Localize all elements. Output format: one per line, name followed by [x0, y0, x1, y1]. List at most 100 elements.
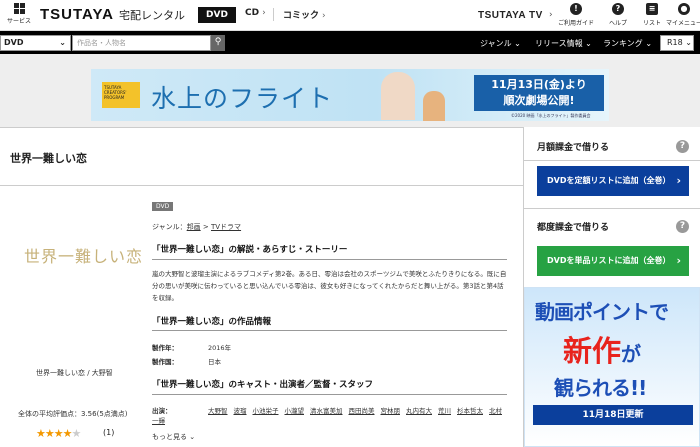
page-title: 世界一難しい恋: [10, 152, 87, 165]
rating-stars: ★★★★★: [36, 427, 82, 440]
cast-link[interactable]: 荒川: [438, 407, 451, 415]
user-guide-label: ご利用ガイド: [558, 20, 595, 27]
cast-link[interactable]: 宮林朋: [381, 407, 401, 415]
search-bar: DVD ⌄ 作品名・人物名 ⚲ ジャンル ⌄ リリース情報 ⌄ ランキング ⌄ …: [0, 31, 700, 54]
product-thumbnail[interactable]: 世界一難しい恋: [24, 243, 143, 267]
story-text: 嵐の大野智と波瑠主演によるラブコメディ第2巻。ある日、零治は会社のスポーツジムで…: [152, 270, 507, 302]
banner-release-note: 順次劇場公開!: [503, 94, 575, 107]
help-icon[interactable]: ?: [676, 140, 689, 153]
help-icon[interactable]: ?: [676, 220, 689, 233]
cast-link[interactable]: 杉本哲太: [457, 407, 483, 415]
tsutaya-logo[interactable]: TSUTAYA: [40, 6, 114, 23]
banner-child-image: [423, 91, 445, 121]
show-more-link[interactable]: もっと見る ⌄: [152, 432, 195, 442]
chevron-down-icon: ⌄: [514, 39, 521, 48]
banner-release-box: 11月13日(金)より 順次劇場公開!: [474, 75, 604, 111]
star-empty-icon: ★: [71, 427, 82, 440]
story-heading: 「世界一難しい恋」の解説・あらすじ・ストーリー: [152, 245, 348, 255]
ranking-menu[interactable]: ランキング ⌄: [603, 38, 652, 49]
sidebar-divider: [524, 160, 700, 161]
genre-link-tvdrama[interactable]: TVドラマ: [211, 223, 241, 231]
title-divider: [0, 185, 523, 186]
genre-menu[interactable]: ジャンル ⌄: [480, 38, 521, 49]
my-menu-label: マイメニュー: [666, 20, 700, 27]
category-select[interactable]: DVD ⌄: [0, 35, 71, 51]
chevron-right-icon: ›: [262, 8, 266, 18]
category-select-value: DVD: [4, 38, 24, 47]
tsutaya-tv-link[interactable]: TSUTAYA TV: [478, 10, 543, 21]
average-rating-text: 全体の平均評価点：3.56(5点満点): [18, 410, 128, 418]
nav-tab-comic-label: コミック: [283, 11, 320, 21]
chevron-right-icon: ›: [676, 174, 681, 187]
thumbnail-caption: 世界一難しい恋 / 大野智: [36, 369, 113, 377]
info-divider: [152, 330, 507, 331]
format-badge: DVD: [152, 202, 174, 211]
chevron-down-icon: ⌄: [685, 38, 692, 47]
r18-select[interactable]: R18 ⌄: [660, 35, 694, 51]
star-icon: ★: [53, 427, 64, 440]
review-count-link[interactable]: (1): [103, 428, 114, 437]
genre-menu-label: ジャンル: [480, 39, 512, 48]
ad-update-date: 11月18日更新: [533, 405, 693, 425]
video-point-ad[interactable]: 動画ポイントで 新作が 観られる!! 11月18日更新: [524, 287, 700, 447]
nav-tab-comic[interactable]: コミック ›: [283, 8, 326, 21]
info-country-value: 日本: [208, 358, 221, 366]
top-header: サービス TSUTAYA 宅配レンタル DVD CD › コミック › TSUTAY…: [0, 0, 700, 31]
monthly-rental-title: 月額課金で借りる: [537, 143, 610, 153]
genre-label: ジャンル：: [152, 223, 187, 231]
chevron-right-icon: ›: [549, 10, 553, 20]
cast-label: 出演：: [152, 407, 172, 415]
info-country-row: 製作国： 日本: [152, 356, 221, 366]
cast-link[interactable]: 西田尚美: [349, 407, 375, 415]
search-button[interactable]: ⚲: [211, 35, 225, 51]
search-input[interactable]: 作品名・人物名: [72, 35, 211, 51]
cast-link[interactable]: 丸内有大: [406, 407, 432, 415]
r18-label: R18: [667, 38, 683, 47]
info-year-value: 2016年: [208, 344, 232, 352]
sidebar-divider: [524, 208, 700, 209]
movie-banner[interactable]: TSUTAYA CREATORS' PROGRAM 水上のフライト 11月13日…: [91, 69, 609, 121]
services-label: サービス: [6, 18, 31, 25]
ad-new-release: 新作: [563, 334, 622, 368]
services-menu[interactable]: サービス: [6, 3, 32, 25]
add-monthly-list-label: DVDを定額リストに追加（全巻）: [547, 176, 671, 185]
nav-tab-dvd[interactable]: DVD: [198, 7, 236, 23]
info-country-label: 製作国：: [152, 358, 178, 366]
info-year-label: 製作年：: [152, 344, 178, 352]
ad-particle: が: [621, 342, 642, 366]
banner-title: 水上のフライト: [151, 84, 334, 113]
nav-tab-cd[interactable]: CD ›: [245, 8, 266, 18]
ad-line-1: 動画ポイントで: [535, 300, 669, 324]
cast-link[interactable]: 小池栄子: [253, 407, 279, 415]
cast-link[interactable]: 大野智: [208, 407, 228, 415]
user-guide-icon: !: [570, 3, 582, 15]
banner-credit: ©2020 映画「水上のフライト」製作委員会: [511, 113, 591, 118]
grid-icon: [13, 3, 25, 14]
cast-link[interactable]: 小瀧望: [285, 407, 305, 415]
info-heading: 「世界一難しい恋」の作品情報: [152, 317, 272, 327]
star-icon: ★: [36, 427, 46, 440]
genre-link-houga[interactable]: 邦画: [187, 223, 201, 231]
product-main: 世界一難しい恋 世界一難しい恋 世界一難しい恋 / 大野智 全体の平均評価点：3…: [0, 127, 524, 447]
list-icon: ≡: [646, 3, 658, 15]
cast-link[interactable]: 清水富美加: [310, 407, 343, 415]
info-year-row: 製作年： 2016年: [152, 342, 231, 352]
logo-subtitle: 宅配レンタル: [119, 9, 185, 22]
my-menu-button[interactable]: ● マイメニュー: [666, 3, 700, 27]
single-rental-title: 都度課金で借りる: [537, 223, 610, 233]
cast-list: 出演： 大野智 波瑠 小池栄子 小瀧望 清水富美加 西田尚美 宮林朋 丸内有大 荒川 杉本哲太 北村…: [152, 406, 508, 426]
star-icon: ★: [62, 427, 73, 440]
chevron-down-icon: ⌄: [189, 433, 196, 441]
add-single-list-button[interactable]: DVDを単品リストに追加（全巻） ›: [537, 246, 689, 276]
ad-line-2: 新作が: [563, 328, 641, 370]
program-logo: TSUTAYA CREATORS' PROGRAM: [102, 82, 140, 108]
genre-line: ジャンル：邦画 > TVドラマ: [152, 223, 242, 231]
user-guide-button[interactable]: ! ご利用ガイド: [558, 3, 594, 27]
add-monthly-list-button[interactable]: DVDを定額リストに追加（全巻） ›: [537, 166, 689, 196]
list-button[interactable]: ≡ リスト: [634, 3, 670, 27]
cast-link[interactable]: 波瑠: [234, 407, 247, 415]
ad-line-3: 観られる!!: [554, 376, 647, 400]
release-menu[interactable]: リリース情報 ⌄: [535, 38, 592, 49]
help-icon: ?: [612, 3, 624, 15]
help-button[interactable]: ? ヘルプ: [600, 3, 636, 27]
